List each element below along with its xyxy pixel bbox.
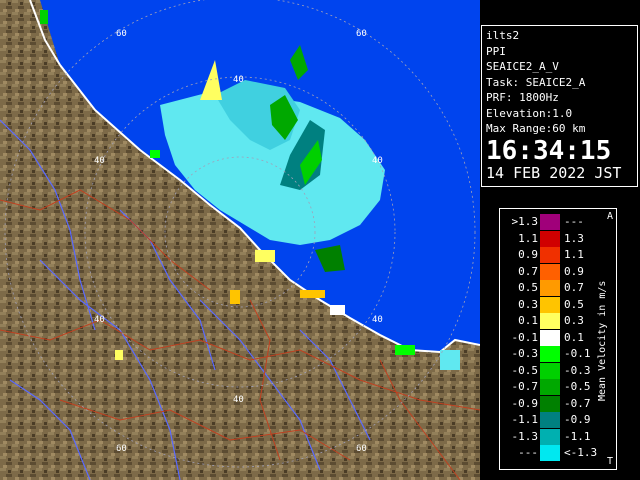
legend-swatch — [540, 230, 560, 247]
legend-swatch — [540, 296, 560, 313]
legend-title: Mean Velocity in m/s — [597, 280, 608, 402]
svg-text:60: 60 — [356, 444, 367, 454]
legend-row: -0.9 -0.7 — [500, 395, 600, 412]
legend-upper-bound: 0.5 — [564, 297, 584, 311]
legend-lower-bound: -1.3 — [511, 429, 539, 443]
legend-row: -0.7 -0.5 — [500, 379, 600, 395]
legend-swatch — [540, 379, 560, 395]
legend-lower-bound: 0.3 — [518, 297, 538, 311]
legend-upper-bound: 0.3 — [564, 314, 584, 327]
svg-text:40: 40 — [94, 315, 105, 325]
range-label: 60 — [116, 444, 127, 454]
elevation-value: Elevation:1.0 — [486, 106, 573, 120]
legend-lower-bound: 1.1 — [518, 231, 538, 245]
legend-swatch — [540, 313, 560, 329]
range-label: 40 — [233, 75, 244, 85]
legend-upper-bound: <-1.3 — [564, 446, 598, 459]
legend-upper-bound: 0.9 — [564, 264, 584, 278]
legend-row: 1.1 1.3 — [500, 230, 600, 247]
legend-upper-bound: 0.7 — [564, 281, 584, 294]
scan-date: 14 FEB 2022 JST — [486, 163, 622, 182]
legend-lower-bound: -0.3 — [511, 347, 539, 360]
legend-row: 0.1 0.3 — [500, 313, 600, 329]
site-name: ilts2 — [486, 29, 520, 42]
legend-row: -0.1 0.1 — [500, 329, 600, 346]
scan-name: SEAICE2_A_V — [486, 60, 559, 73]
legend-row: 0.5 0.7 — [500, 280, 600, 296]
legend-swatch — [540, 362, 560, 379]
legend-upper-bound: -0.3 — [564, 363, 591, 377]
legend-row: >1.3 --- — [500, 214, 600, 230]
range-label: 40 — [94, 156, 105, 166]
legend-row: --- <-1.3 — [500, 445, 600, 461]
legend-swatch — [540, 329, 560, 346]
legend-lower-bound: 0.9 — [518, 248, 538, 261]
range-label: 40 — [372, 156, 383, 166]
svg-text:40: 40 — [372, 315, 383, 325]
legend-row: -0.3 -0.1 — [500, 346, 600, 362]
legend-swatch — [540, 214, 560, 230]
legend-lower-bound: -0.7 — [511, 380, 539, 393]
legend-upper-bound: 1.1 — [564, 248, 584, 261]
legend-swatch — [540, 412, 560, 428]
legend-lower-bound: >1.3 — [511, 215, 539, 228]
max-range-value: Max Range:60 km — [486, 122, 586, 135]
legend-lower-bound: -0.1 — [511, 330, 539, 344]
range-label: 40 — [233, 395, 244, 405]
legend-swatch — [540, 280, 560, 296]
legend-lower-bound: -0.5 — [511, 363, 539, 377]
legend-swatch — [540, 263, 560, 280]
legend-swatch — [540, 247, 560, 263]
legend-upper-bound: --- — [564, 215, 584, 228]
range-label: 60 — [356, 29, 367, 39]
legend-upper-bound: 0.1 — [564, 330, 584, 344]
legend-row: 0.9 1.1 — [500, 247, 600, 263]
legend-row: 0.7 0.9 — [500, 263, 600, 280]
range-label: 60 — [116, 29, 127, 39]
legend-upper-bound: -0.9 — [564, 413, 591, 426]
legend-upper-bound: -0.5 — [564, 380, 591, 393]
task-name: Task: SEAICE2_A — [486, 75, 586, 89]
radar-info-panel: ilts2 PPI SEAICE2_A_V Task: SEAICE2_A PR… — [481, 25, 638, 187]
legend-lower-bound: 0.1 — [518, 314, 538, 327]
radar-ppi-map: 60 40 40 40 40 60 60 40 40 60 — [0, 0, 480, 480]
legend-upper-bound: -0.1 — [564, 347, 591, 360]
legend-row: -1.1 -0.9 — [500, 412, 600, 428]
legend-swatch — [540, 346, 560, 362]
legend-lower-bound: -1.1 — [511, 413, 539, 426]
legend-lower-bound: --- — [518, 446, 538, 459]
legend-upper-bound: -1.1 — [564, 429, 591, 443]
velocity-legend: >1.3 --- 1.1 1.3 0.9 1.1 0.7 0.9 0.5 0.7 0.3 0.5 0.1… — [499, 208, 617, 470]
legend-upper-bound: -0.7 — [564, 396, 591, 410]
legend-row: 0.3 0.5 — [500, 296, 600, 313]
prf-value: PRF: 1800Hz — [486, 91, 559, 104]
scan-time: 16:34:15 — [486, 135, 612, 166]
legend-lower-bound: -0.9 — [511, 396, 539, 410]
legend-upper-bound: 1.3 — [564, 231, 584, 245]
legend-lower-bound: 0.5 — [518, 281, 538, 294]
product-name: PPI — [486, 44, 506, 58]
legend-corner-bottom: T — [606, 456, 613, 467]
legend-row: -0.5 -0.3 — [500, 362, 600, 379]
legend-lower-bound: 0.7 — [518, 264, 538, 278]
legend-swatch — [540, 428, 560, 445]
legend-row: -1.3 -1.1 — [500, 428, 600, 445]
legend-swatch — [540, 395, 560, 412]
legend-swatch — [540, 445, 560, 461]
